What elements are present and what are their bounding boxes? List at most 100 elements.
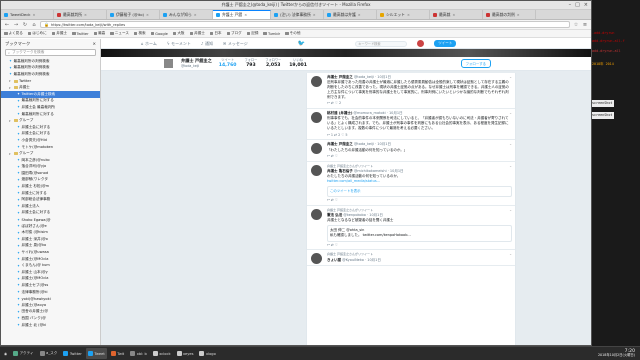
more-icon[interactable]: ⌄: [509, 208, 512, 213]
more-icon[interactable]: ⌄: [509, 142, 512, 147]
tweet[interactable]: ⌄ 弁護士 戸舘圭之 @toda_keiji · 10月1日 「わたしたちの弁護活動…: [307, 140, 515, 162]
tweet-avatar[interactable]: [311, 253, 322, 265]
sidebar-item[interactable]: ✦ 最高裁判所の判例検索: [1, 58, 100, 65]
taskbar-item[interactable]: Twitter: [61, 348, 84, 359]
profile-stat[interactable]: いいね 19,001: [289, 58, 307, 68]
sidebar-item[interactable]: ✦ 弁護士 杉松(@m: [1, 183, 100, 190]
sidebar-item[interactable]: ✦ 小倉秀夫(@Hid: [1, 137, 100, 144]
tweet-actions[interactable]: ↩ ⇄ ♡: [327, 154, 512, 159]
sidebar-item[interactable]: ✦ 最高裁判所の判例検索: [1, 71, 100, 78]
taskbar-item[interactable]: Twit: [109, 348, 126, 359]
nav-home[interactable]: ⌂ ホーム: [141, 41, 157, 47]
sidebar-item[interactable]: ✦ Shoko Egawa(@: [1, 216, 100, 223]
sidebar-item[interactable]: ✦ モトケ(@motoken: [1, 144, 100, 151]
sidebar-item[interactable]: ✦ 弁護士 深井(@o: [1, 236, 100, 243]
tab-8[interactable]: 最高裁 ×: [430, 10, 483, 19]
tweet-avatar[interactable]: [311, 112, 322, 124]
tab-3[interactable]: みんなが知ら ×: [160, 10, 213, 19]
taskbar-item[interactable]: xbl: b: [128, 348, 149, 359]
chevron-down-icon[interactable]: ▾: [9, 79, 12, 83]
bookmark-item[interactable]: 検索: [133, 31, 146, 36]
sidebar-item[interactable]: ✦ 弁護士(@aoya: [1, 302, 100, 309]
taskbar-item[interactable]: xclock: [151, 348, 173, 359]
sidebar-item[interactable]: ✦ 弁護士 山本(@y: [1, 269, 100, 276]
tweet-avatar[interactable]: [311, 164, 322, 176]
tab-5[interactable]: (注い) 法律事務所 ×: [271, 10, 324, 19]
profile-stat[interactable]: フォロー 793: [245, 58, 258, 68]
close-icon[interactable]: ×: [517, 13, 520, 17]
tab-0[interactable]: TweetDeck ×: [1, 10, 54, 19]
taskbar-item[interactable]: a_スク: [38, 348, 60, 359]
quoted-tweet[interactable]: 太田 伸二 @ohta_sin 私も確認しました。 twitter.com/ke…: [327, 225, 512, 242]
close-icon[interactable]: ×: [407, 13, 410, 17]
show-tweet-button[interactable]: このツイートを表示: [327, 186, 512, 197]
bookmark-item[interactable]: 最高: [93, 31, 105, 36]
close-icon[interactable]: ×: [84, 13, 87, 17]
close-icon[interactable]: ×: [313, 13, 316, 17]
sidebar-item[interactable]: ▾ Twitter: [1, 78, 100, 85]
sidebar-item[interactable]: ✦ 弁護士 泉(@ko: [1, 243, 100, 250]
more-icon[interactable]: ⌄: [509, 75, 512, 80]
back-icon[interactable]: ←: [4, 22, 10, 28]
sidebar-item[interactable]: ✦ 最高裁判所に対する: [1, 98, 100, 105]
tweet[interactable]: 弁護士 戸舘圭之さんがリツイート ⌄ 憲法 弘法 @kenpokobo · 10月1…: [307, 206, 515, 251]
tweet-link[interactable]: twitter.com/all_media/status...: [327, 179, 512, 184]
sidebar-item[interactable]: ✦ Twitterの弁護士検索: [1, 90, 100, 98]
bookmark-item[interactable]: 大阪: [172, 31, 185, 36]
profile-avatar[interactable]: [163, 58, 174, 69]
close-icon[interactable]: ×: [584, 2, 588, 8]
nav-messages[interactable]: ✉ メッセージ: [223, 41, 248, 47]
chevron-down-icon[interactable]: ▾: [9, 86, 12, 90]
url-bar[interactable]: 🔒 https://twitter.com/toda_keiji/with_re…: [40, 21, 570, 28]
sidebar-item[interactable]: ✦ 弁護士会 最高裁判所: [1, 104, 100, 111]
sidebar-item[interactable]: ✦ 木村俊 (@kisim: [1, 229, 100, 236]
avatar[interactable]: [417, 40, 425, 47]
sidebar-item[interactable]: ✦ 最高裁判所に対する: [1, 111, 100, 118]
tweet-avatar[interactable]: [311, 143, 322, 155]
taskbar-item[interactable]: xlogo: [197, 348, 217, 359]
bookmark-item[interactable]: ニュース: [110, 31, 129, 36]
tab-7[interactable]: シルエット ×: [377, 10, 430, 19]
tweet-author[interactable]: 弁護士 戸舘圭之: [327, 142, 353, 146]
sidebar-item[interactable]: ✦ 渡部郁(ワレクタ: [1, 177, 100, 184]
clock[interactable]: 7:20 2018年10月2日(火曜日): [598, 349, 638, 358]
close-icon[interactable]: ×: [358, 13, 361, 17]
tweet-avatar[interactable]: [311, 76, 322, 87]
taskbar-item[interactable]: xeyes: [175, 348, 196, 359]
tweet-actions[interactable]: ↩ 1 ⇄ 2 ♡ 5: [327, 133, 512, 138]
tweet-button[interactable]: ツイート: [434, 40, 457, 47]
sidebar-item[interactable]: ✦ 最高裁判所の判例検索: [1, 65, 100, 72]
bookmark-item[interactable]: Twitter: [72, 32, 89, 36]
sidebar-item[interactable]: ✦ 弁護士(@MOcla: [1, 276, 100, 283]
tweet-author[interactable]: 憲法 弘法: [327, 213, 342, 217]
close-icon[interactable]: ×: [452, 13, 455, 17]
tweet[interactable]: ⌄ 桃村達 (弁護士) @momura_motoki · 10月1日 刑事事件でも、…: [307, 109, 515, 141]
tweet[interactable]: 弁護士 戸舘圭之さんがリツイート ⌄ 弁護士 亀石倫子 @michikokameis…: [307, 162, 515, 206]
sidebar-item[interactable]: ✦ 園田寿(@sonod: [1, 170, 100, 177]
sidebar-title[interactable]: ブックマーク: [5, 41, 30, 47]
tweet-author[interactable]: きょい猫: [327, 258, 341, 262]
nav-notifications[interactable]: ♪ 通知: [201, 41, 213, 47]
sidebar-item[interactable]: ✦ くまもん(@ kum: [1, 262, 100, 269]
sidebar-item[interactable]: ▾ グループ: [1, 117, 100, 124]
sidebar-item[interactable]: ✦ 弁護士法人: [1, 203, 100, 210]
tab-2[interactable]: 伊藤裕子 (@ito) ×: [107, 10, 160, 19]
more-icon[interactable]: ⌄: [509, 252, 512, 257]
close-icon[interactable]: ×: [146, 13, 149, 17]
tweet-avatar[interactable]: [311, 208, 322, 220]
bookmark-item[interactable]: Google: [150, 32, 168, 36]
more-icon[interactable]: ⌄: [509, 164, 512, 169]
minimize-icon[interactable]: –: [569, 2, 572, 8]
twitter-search-input[interactable]: キーワード検索: [355, 40, 408, 47]
tab-6[interactable]: 最高裁は弁護 ×: [324, 10, 377, 19]
sidebar-item[interactable]: ✦ 弁護士 北 (@ki: [1, 322, 100, 329]
sidebar-item[interactable]: ✦ 西国 バンク(@: [1, 315, 100, 322]
taskbar-item[interactable]: Tweet: [85, 348, 107, 359]
follow-button[interactable]: フォローする: [460, 59, 491, 68]
sidebar-item[interactable]: ✦ 弁護士に対する: [1, 190, 100, 197]
maximize-icon[interactable]: □: [575, 2, 580, 8]
bookmark-item[interactable]: 記録: [246, 31, 258, 36]
tab-4[interactable]: 弁護士 戸舘 ×: [213, 10, 271, 19]
sidebar-item[interactable]: ✦ 法律事務所(@ki: [1, 289, 100, 296]
sidebar-item[interactable]: ✦ 弁護士セブ(@ss: [1, 282, 100, 289]
